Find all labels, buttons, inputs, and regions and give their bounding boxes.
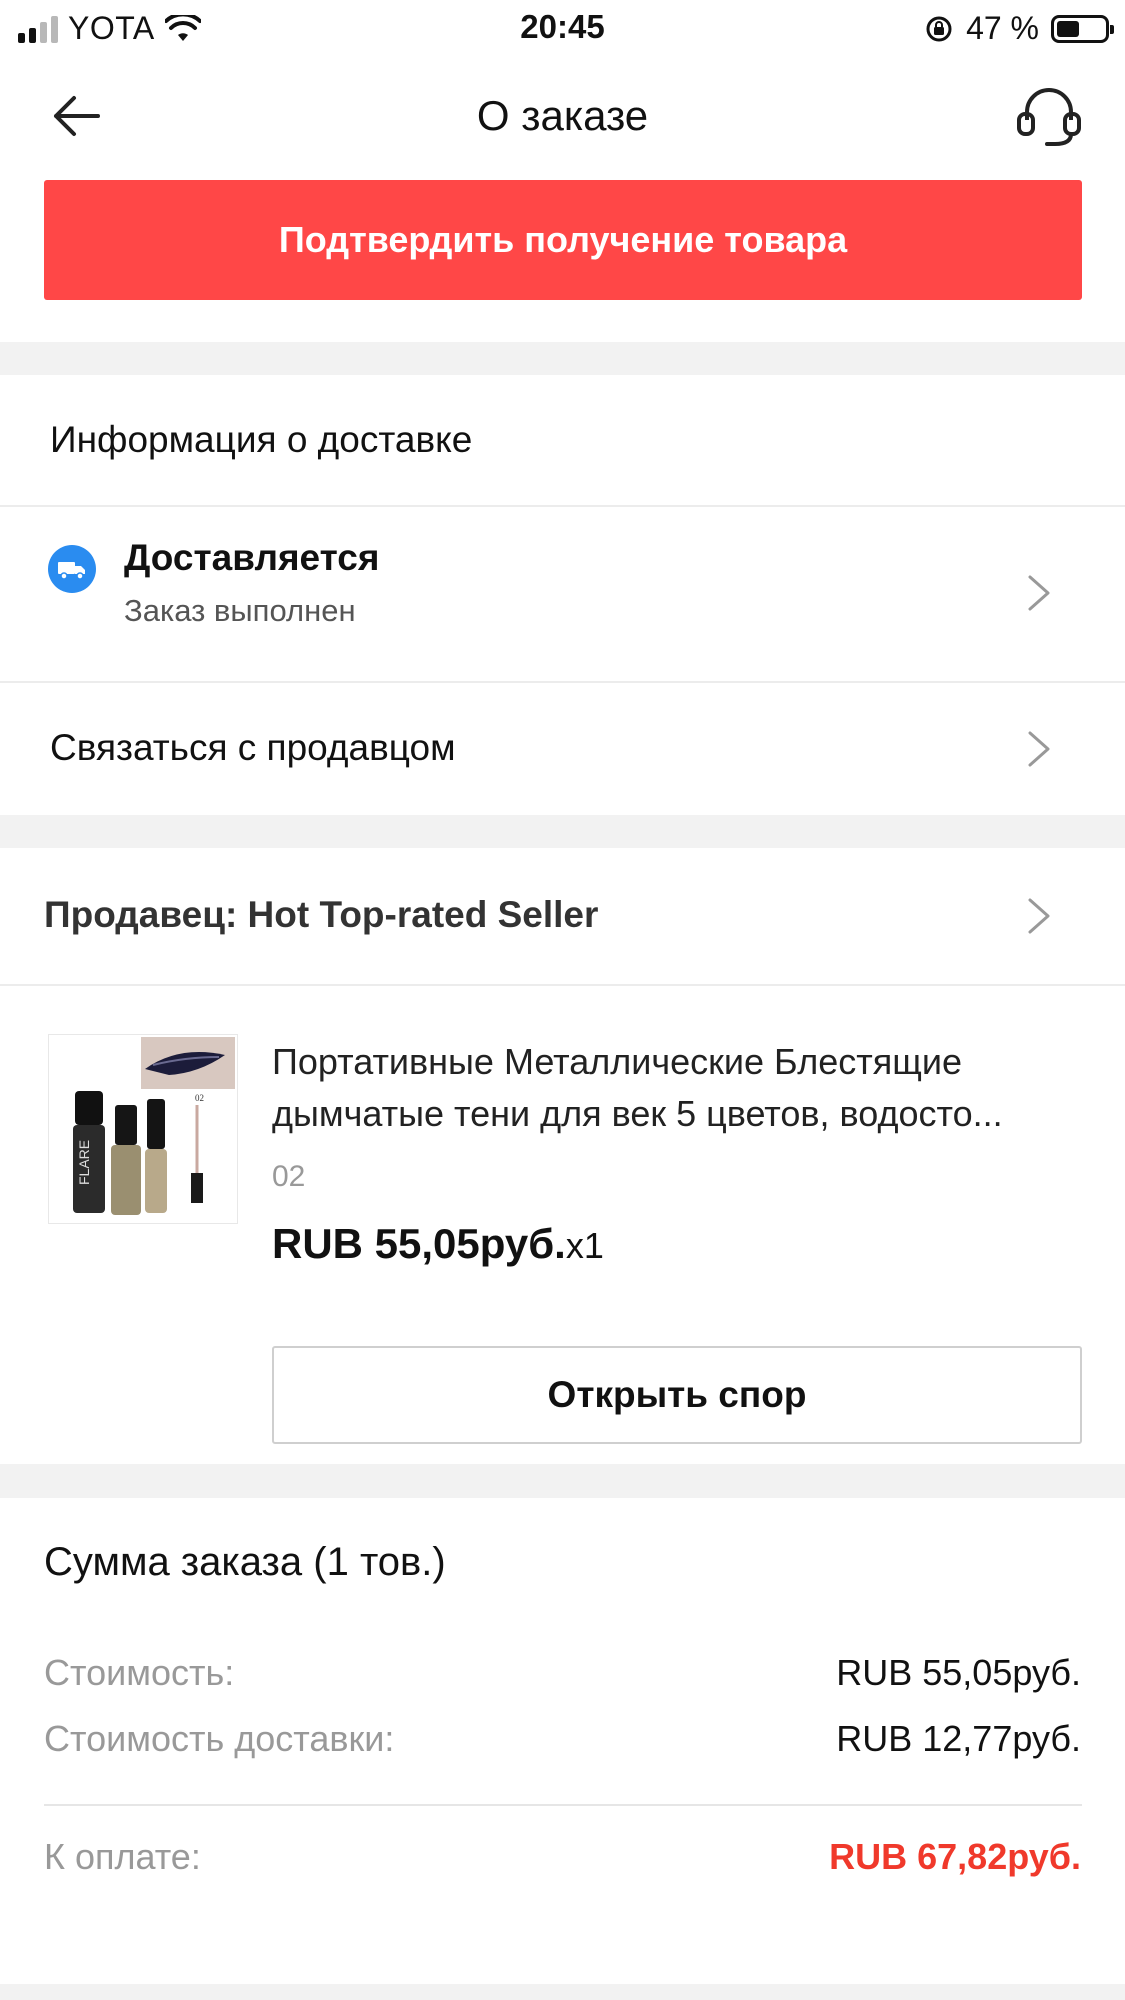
navigation-bar: О заказе [0, 56, 1125, 176]
seller-name: Продавец: Hot Top-rated Seller [44, 894, 599, 935]
confirm-section: Подтвердить получение товара [0, 176, 1125, 342]
product-title-line-1: Портативные Металлические Блестящие [272, 1041, 963, 1082]
chevron-right-icon [1028, 731, 1050, 767]
cost-label: Стоимость: [44, 1652, 235, 1693]
battery-icon [1051, 14, 1114, 43]
support-button[interactable] [1015, 84, 1083, 148]
delivery-status-title: Доставляется [124, 537, 380, 578]
total-value: RUB 67,82руб. [829, 1836, 1081, 1877]
chevron-right-icon [1028, 575, 1050, 611]
product-title-line-2: дымчатые тени для век 5 цветов, водосто.… [272, 1093, 1003, 1134]
cost-value: RUB 55,05руб. [836, 1652, 1081, 1693]
product-image[interactable]: FLARE 02 [48, 1034, 238, 1224]
page-title: О заказе [476, 92, 649, 139]
product-price: RUB 55,05руб. [272, 1220, 566, 1267]
delivery-status-row[interactable]: Доставляется Заказ выполнен [0, 507, 1125, 681]
order-details-screen: YOTA 20:45 47 % О заказе Подтвердить пол… [0, 0, 1125, 2000]
delivery-info-heading: Информация о доставке [50, 419, 473, 460]
thumb-code: 02 [195, 1093, 204, 1103]
delivery-info-card: Информация о доставке Доставляется Заказ… [0, 375, 1125, 815]
orientation-lock-icon [926, 16, 952, 41]
status-bar-right: 47 % [924, 10, 1114, 47]
order-summary-title: Сумма заказа (1 тов.) [44, 1540, 446, 1584]
product-quantity: x1 [565, 1225, 604, 1266]
headset-icon [1017, 88, 1081, 146]
status-bar: YOTA 20:45 47 % [0, 0, 1125, 56]
battery-percentage: 47 % [966, 10, 1039, 46]
product-variant: 02 [272, 1160, 306, 1193]
order-summary-card: Сумма заказа (1 тов.) Стоимость: RUB 55,… [0, 1498, 1125, 1984]
confirm-receipt-button[interactable]: Подтвердить получение товара [44, 180, 1082, 300]
seller-product-card: Продавец: Hot Top-rated Seller FLARE 02 … [0, 848, 1125, 1464]
divider [0, 984, 1125, 986]
truck-icon [48, 545, 96, 593]
delivery-status-subtitle: Заказ выполнен [124, 593, 356, 628]
product-price-line: RUB 55,05руб.x1 [272, 1220, 604, 1268]
divider [44, 1804, 1082, 1806]
contact-seller-label: Связаться с продавцом [50, 727, 456, 768]
open-dispute-button[interactable]: Открыть спор [272, 1346, 1082, 1444]
chevron-right-icon [1028, 898, 1050, 934]
contact-seller-row[interactable]: Связаться с продавцом [0, 683, 1125, 815]
shipping-cost-value: RUB 12,77руб. [836, 1718, 1081, 1759]
battery-level [1057, 20, 1079, 37]
shipping-cost-label: Стоимость доставки: [44, 1718, 395, 1759]
seller-row[interactable]: Продавец: Hot Top-rated Seller [0, 848, 1125, 984]
thumb-brand: FLARE [76, 1140, 92, 1185]
product-title[interactable]: Портативные Металлические Блестящие дымч… [272, 1036, 1082, 1140]
total-label: К оплате: [44, 1836, 201, 1877]
